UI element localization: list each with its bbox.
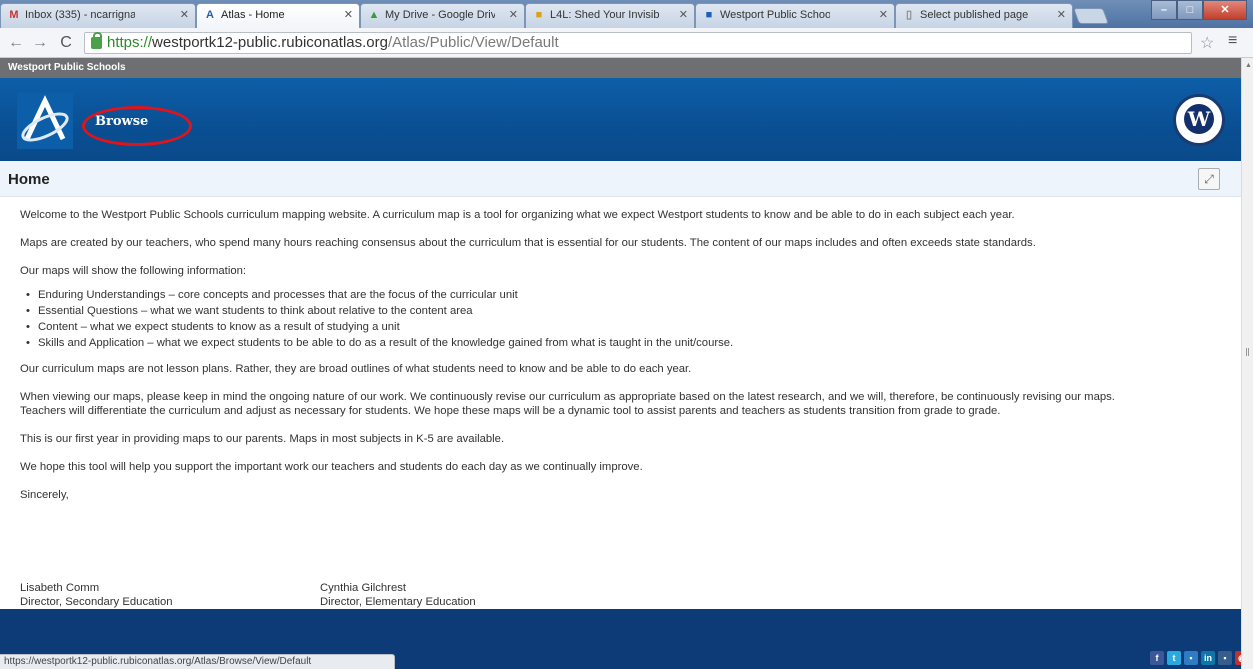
minimize-button[interactable]: –: [1151, 0, 1177, 20]
new-tab-button[interactable]: [1073, 8, 1109, 24]
signature-block: Cynthia Gilchrest Director, Elementary E…: [320, 581, 570, 609]
list-item: Content – what we expect students to kno…: [26, 320, 1220, 334]
atlas-logo[interactable]: [17, 93, 73, 149]
forward-arrow-icon[interactable]: →: [30, 33, 50, 53]
paragraph: We hope this tool will help you support …: [20, 461, 643, 473]
close-icon[interactable]: ✕: [1057, 4, 1066, 26]
social-links: f t ▪ in ▪ ◉: [1150, 651, 1249, 665]
gmail-icon: M: [9, 9, 19, 21]
info-list: Enduring Understandings – core concepts …: [26, 288, 1220, 350]
url-path: /Atlas/Public/View/Default: [388, 34, 559, 51]
back-arrow-icon[interactable]: ←: [6, 33, 26, 53]
expand-icon[interactable]: ⤢: [1198, 168, 1220, 190]
paragraph: Our curriculum maps are not lesson plans…: [20, 363, 692, 375]
signature-title: Director, Secondary Education: [20, 596, 173, 608]
close-icon[interactable]: ✕: [509, 4, 518, 26]
tab-select-page[interactable]: ▯ Select published page to ✕: [895, 3, 1073, 28]
lock-icon: [91, 32, 102, 49]
tab-l4l[interactable]: ■ L4L: Shed Your Invisibility ✕: [525, 3, 695, 28]
linkedin-icon[interactable]: in: [1201, 651, 1215, 665]
page-title: Home: [8, 171, 50, 188]
scroll-grip[interactable]: [1246, 348, 1249, 356]
tab-atlas-home[interactable]: A Atlas - Home ✕: [196, 3, 360, 28]
tab-title: My Drive - Google Drive: [385, 9, 495, 21]
paragraph: Teachers will differentiate the curricul…: [20, 405, 1001, 417]
westport-icon: ■: [705, 9, 713, 21]
reload-icon[interactable]: C: [56, 33, 76, 53]
main-content: Welcome to the Westport Public Schools c…: [20, 208, 1220, 516]
menu-icon[interactable]: ≡: [1228, 32, 1237, 50]
paragraph: Welcome to the Westport Public Schools c…: [20, 209, 1015, 221]
twitter-icon[interactable]: t: [1167, 651, 1181, 665]
tab-title: Inbox (335) - ncarrignan@: [25, 9, 135, 21]
address-bar[interactable]: https://westportk12-public.rubiconatlas.…: [84, 32, 1192, 54]
maximize-button[interactable]: □: [1177, 0, 1203, 20]
url-scheme: https://: [107, 34, 153, 51]
tab-title: L4L: Shed Your Invisibility: [550, 9, 660, 21]
close-window-button[interactable]: ✕: [1203, 0, 1247, 20]
tab-title: Select published page to: [920, 9, 1030, 21]
signature-title: Director, Elementary Education: [320, 596, 476, 608]
paragraph: Our maps will show the following informa…: [20, 265, 247, 277]
close-icon[interactable]: ✕: [879, 4, 888, 26]
vertical-scrollbar[interactable]: ▲: [1241, 58, 1253, 669]
tab-title: Westport Public Schools -: [720, 9, 830, 21]
close-icon[interactable]: ✕: [679, 4, 688, 26]
google-drive-icon: ▲: [368, 9, 380, 21]
paragraph: Maps are created by our teachers, who sp…: [20, 237, 1036, 249]
highlight-circle: [82, 106, 192, 146]
signature-name: Lisabeth Comm: [20, 582, 100, 594]
status-bar: https://westportk12-public.rubiconatlas.…: [0, 654, 395, 669]
atlas-icon: A: [206, 9, 214, 21]
signature-block: Lisabeth Comm Director, Secondary Educat…: [20, 581, 270, 609]
facebook-icon[interactable]: f: [1150, 651, 1164, 665]
social-icon[interactable]: ▪: [1184, 651, 1198, 665]
bookmark-star-icon[interactable]: ☆: [1200, 33, 1214, 53]
close-icon[interactable]: ✕: [180, 4, 189, 26]
list-item: Skills and Application – what we expect …: [26, 336, 1220, 350]
url-host: westportk12-public.rubiconatlas.org: [152, 34, 388, 51]
window-controls: – □ ✕: [1151, 0, 1247, 20]
paragraph: This is our first year in providing maps…: [20, 433, 505, 445]
westport-seal-logo: W: [1173, 94, 1225, 146]
seal-letter: W: [1184, 104, 1214, 134]
browser-toolbar: ← → C https://westportk12-public.rubicon…: [0, 28, 1253, 58]
closing: Sincerely,: [20, 489, 69, 501]
tab-westport[interactable]: ■ Westport Public Schools - ✕: [695, 3, 895, 28]
tab-gmail[interactable]: M Inbox (335) - ncarrignan@ ✕: [0, 3, 196, 28]
close-icon[interactable]: ✕: [344, 4, 353, 26]
list-item: Enduring Understandings – core concepts …: [26, 288, 1220, 302]
page-header: Home ⤢: [0, 161, 1241, 197]
org-name-strip: Westport Public Schools: [0, 58, 1241, 78]
tab-google-drive[interactable]: ▲ My Drive - Google Drive ✕: [360, 3, 525, 28]
social-icon[interactable]: ▪: [1218, 651, 1232, 665]
tab-title: Atlas - Home: [221, 9, 285, 21]
signature-name: Cynthia Gilchrest: [320, 582, 407, 594]
paragraph: When viewing our maps, please keep in mi…: [20, 391, 1115, 403]
page-viewport: Westport Public Schools Browse W Home ⤢ …: [0, 58, 1249, 669]
site-banner: Browse W: [0, 78, 1241, 161]
browser-tab-strip: M Inbox (335) - ncarrignan@ ✕ A Atlas - …: [0, 0, 1253, 28]
page-icon: ▯: [905, 9, 913, 21]
scroll-up-icon[interactable]: ▲: [1245, 62, 1252, 69]
l4l-icon: ■: [535, 9, 543, 21]
list-item: Essential Questions – what we want stude…: [26, 304, 1220, 318]
